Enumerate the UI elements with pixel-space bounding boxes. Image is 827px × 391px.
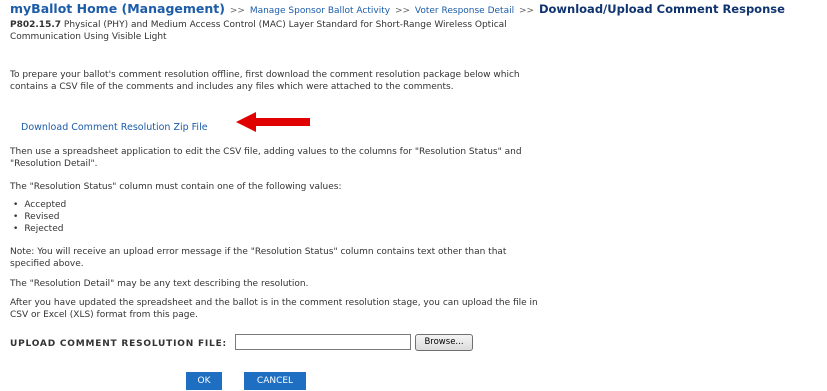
list-item: Rejected xyxy=(10,223,66,235)
edit-csv-text: Then use a spreadsheet application to ed… xyxy=(10,147,522,169)
breadcrumb-separator: >> xyxy=(518,6,535,16)
upload-file-label: UPLOAD COMMENT RESOLUTION FILE: xyxy=(10,339,227,349)
project-title: Physical (PHY) and Medium Access Control… xyxy=(10,20,507,42)
intro-text: To prepare your ballot's comment resolut… xyxy=(10,70,520,92)
status-values-list: Accepted Revised Rejected xyxy=(10,199,66,235)
download-zip-link[interactable]: Download Comment Resolution Zip File xyxy=(21,122,208,133)
upload-file-input[interactable] xyxy=(235,334,411,350)
upload-hint-text: After you have updated the spreadsheet a… xyxy=(10,298,538,320)
cancel-button[interactable]: CANCEL xyxy=(244,372,306,390)
status-rule-text: The "Resolution Status" column must cont… xyxy=(10,182,342,192)
list-item: Revised xyxy=(10,211,66,223)
breadcrumb-manage-sponsor-ballot-link[interactable]: Manage Sponsor Ballot Activity xyxy=(250,6,390,16)
breadcrumb-separator: >> xyxy=(394,6,411,16)
note-text: Note: You will receive an upload error m… xyxy=(10,247,507,269)
breadcrumb: myBallot Home (Management) >> Manage Spo… xyxy=(10,0,785,20)
breadcrumb-home-link[interactable]: myBallot Home (Management) xyxy=(10,1,225,16)
browse-button[interactable]: Browse... xyxy=(415,334,473,351)
project-header: P802.15.7 Physical (PHY) and Medium Acce… xyxy=(10,19,520,43)
breadcrumb-separator: >> xyxy=(229,6,245,16)
breadcrumb-voter-response-link[interactable]: Voter Response Detail xyxy=(415,6,514,16)
list-item: Accepted xyxy=(10,199,66,211)
red-arrow-icon xyxy=(236,112,310,132)
detail-rule-text: The "Resolution Detail" may be any text … xyxy=(10,279,309,289)
ok-button[interactable]: OK xyxy=(186,372,222,390)
project-id: P802.15.7 xyxy=(10,20,62,30)
breadcrumb-current-page: Download/Upload Comment Response xyxy=(538,2,785,16)
